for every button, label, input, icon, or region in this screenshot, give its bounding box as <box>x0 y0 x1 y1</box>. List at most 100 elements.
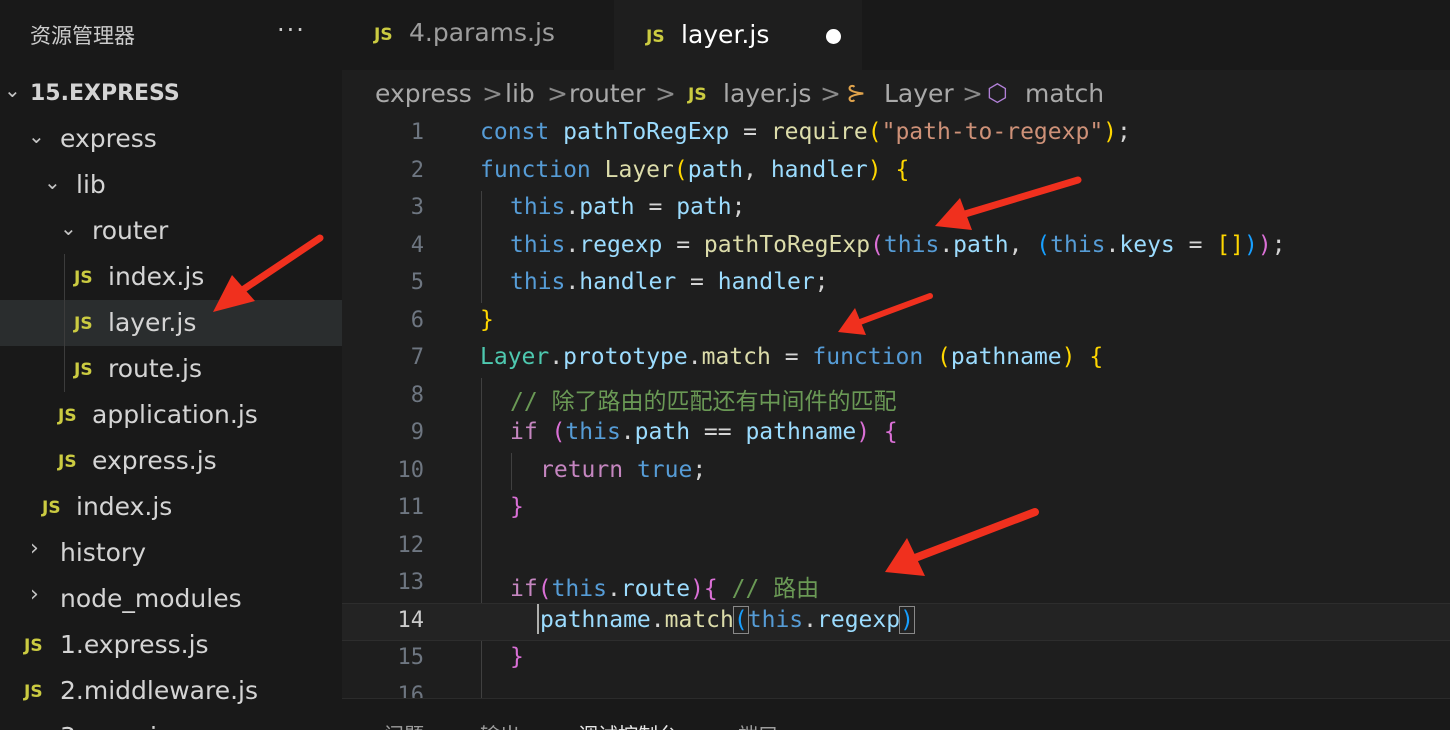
js-file-icon: JS <box>646 27 665 47</box>
line-number: 5 <box>410 270 424 295</box>
breadcrumb-item-match[interactable]: match <box>1025 79 1104 108</box>
tree-item-router-folder[interactable]: ⌄ router <box>0 208 342 254</box>
breadcrumb: express > lib > router > JS layer.js > ⊱… <box>342 70 1450 116</box>
tree-item-label: node_modules <box>60 584 242 613</box>
breadcrumb-item-layer-class[interactable]: Layer <box>884 79 954 108</box>
code-line: 11 } <box>342 491 1450 529</box>
code-text: this.regexp = pathToRegExp(this.path, (t… <box>510 231 1286 258</box>
chevron-down-icon: ⌄ <box>28 124 45 148</box>
line-number: 4 <box>410 232 424 258</box>
text-cursor <box>537 604 539 634</box>
code-text: } <box>510 644 524 670</box>
line-number: 16 <box>397 682 425 699</box>
tab-4-params-js[interactable]: JS 4.params.js <box>342 0 612 70</box>
code-line: 12 <box>342 529 1450 567</box>
code-text: Layer.prototype.match = function (pathna… <box>480 344 1104 370</box>
breadcrumb-item-lib[interactable]: lib <box>505 79 535 108</box>
tree-item-label: route.js <box>108 354 202 383</box>
line-number: 7 <box>410 345 424 370</box>
tree-item-label: application.js <box>92 400 258 429</box>
breadcrumb-separator-icon: > <box>655 79 676 108</box>
tree-item-express-folder[interactable]: ⌄ express <box>0 116 342 162</box>
js-file-icon: JS <box>374 25 393 45</box>
more-actions-icon[interactable]: ··· <box>277 16 306 44</box>
tab-label: layer.js <box>681 20 770 49</box>
chevron-down-icon: ⌄ <box>44 170 61 194</box>
code-line: 10 return true; <box>342 454 1450 492</box>
line-number: 9 <box>410 420 424 445</box>
editor-tab-bar: JS 4.params.js JS layer.js <box>342 0 1450 70</box>
js-file-icon: JS <box>58 452 77 472</box>
tree-item-label: index.js <box>108 262 205 291</box>
breadcrumb-separator-icon: > <box>962 79 983 108</box>
line-number: 3 <box>410 195 424 220</box>
code-text: if (this.path == pathname) { <box>510 419 898 445</box>
code-line: 7 Layer.prototype.match = function (path… <box>342 341 1450 379</box>
indent-guide <box>64 346 65 392</box>
tree-item-label: router <box>92 216 169 245</box>
tree-item-history-folder[interactable]: › history <box>0 530 342 576</box>
line-number: 11 <box>397 495 425 520</box>
code-text: } <box>510 494 524 520</box>
code-editor[interactable]: 1 const pathToRegExp = require("path-to-… <box>342 116 1450 698</box>
code-line: 16 <box>342 679 1450 699</box>
js-file-icon: JS <box>74 314 93 334</box>
breadcrumb-separator-icon: > <box>820 79 841 108</box>
indent-guide <box>64 254 65 300</box>
explorer-header: 资源管理器 ··· <box>0 0 342 70</box>
chevron-right-icon: › <box>30 582 39 607</box>
code-line: 3 this.path = path; <box>342 191 1450 229</box>
chevron-down-icon: ⌄ <box>4 78 21 102</box>
tree-item-index-js[interactable]: JS index.js <box>0 484 342 530</box>
tree-item-label: lib <box>76 170 106 199</box>
panel-tab-debug-console[interactable]: 调试控制台 <box>578 719 678 730</box>
code-line: 13 if(this.route){ // 路由 <box>342 566 1450 604</box>
panel-tab-output[interactable]: 输出 <box>480 719 520 730</box>
tree-item-label: express.js <box>92 446 217 475</box>
tree-item-express-js[interactable]: JS express.js <box>0 438 342 484</box>
js-file-icon: JS <box>74 268 93 288</box>
line-number: 1 <box>410 120 424 145</box>
code-line: 15 } <box>342 641 1450 679</box>
line-number: 14 <box>397 608 425 633</box>
line-number: 2 <box>410 157 424 183</box>
tab-layer-js[interactable]: JS layer.js <box>614 0 862 70</box>
code-line: 6 } <box>342 304 1450 342</box>
tree-item-2-middleware-js[interactable]: JS 2.middleware.js <box>0 668 342 714</box>
explorer-root-folder[interactable]: ⌄ 15.EXPRESS <box>0 70 342 116</box>
current-code-line: 14 pathname.match(this.regexp) <box>342 603 1450 641</box>
tree-item-3-error-js[interactable]: JS 3.error.js <box>0 714 342 730</box>
panel-tab-ports[interactable]: 端口 <box>738 719 778 730</box>
breadcrumb-item-express[interactable]: express <box>375 79 472 108</box>
line-number: 10 <box>397 457 425 483</box>
code-comment: // 除了路由的匹配还有中间件的匹配 <box>510 388 897 415</box>
tree-item-layer-js[interactable]: JS layer.js <box>0 300 342 346</box>
breadcrumb-item-router[interactable]: router <box>569 79 645 108</box>
unsaved-dot-icon[interactable] <box>826 29 841 44</box>
js-file-icon: JS <box>24 682 43 702</box>
tab-label: 4.params.js <box>409 18 555 47</box>
explorer-sidebar: 资源管理器 ··· ⌄ 15.EXPRESS ⌄ express ⌄ lib ⌄… <box>0 0 342 730</box>
tree-item-lib-folder[interactable]: ⌄ lib <box>0 162 342 208</box>
code-text: this.handler = handler; <box>510 269 829 295</box>
panel-tab-bar: 问题 输出 调试控制台 端口 <box>342 698 1450 730</box>
panel-tab-problems[interactable]: 问题 <box>384 719 424 730</box>
code-text: pathname.match(this.regexp) <box>540 606 915 634</box>
root-folder-label: 15.EXPRESS <box>30 81 180 106</box>
js-file-icon: JS <box>24 636 43 656</box>
chevron-down-icon: ⌄ <box>60 216 77 240</box>
line-number: 8 <box>410 382 424 408</box>
code-text: this.path = path; <box>510 194 746 220</box>
tree-item-router-index-js[interactable]: JS index.js <box>0 254 342 300</box>
tree-item-label: index.js <box>76 492 173 521</box>
tree-item-1-express-js[interactable]: JS 1.express.js <box>0 622 342 668</box>
tree-item-label: 2.middleware.js <box>60 676 259 705</box>
tree-item-route-js[interactable]: JS route.js <box>0 346 342 392</box>
breadcrumb-item-layer-js[interactable]: layer.js <box>723 79 811 108</box>
tree-item-node-modules-folder[interactable]: › node_modules <box>0 576 342 622</box>
code-line: 1 const pathToRegExp = require("path-to-… <box>342 116 1450 154</box>
code-line: 2 function Layer(path, handler) { <box>342 154 1450 192</box>
tree-item-application-js[interactable]: JS application.js <box>0 392 342 438</box>
code-text: const pathToRegExp = require("path-to-re… <box>480 119 1131 145</box>
tree-item-label: history <box>60 538 146 567</box>
